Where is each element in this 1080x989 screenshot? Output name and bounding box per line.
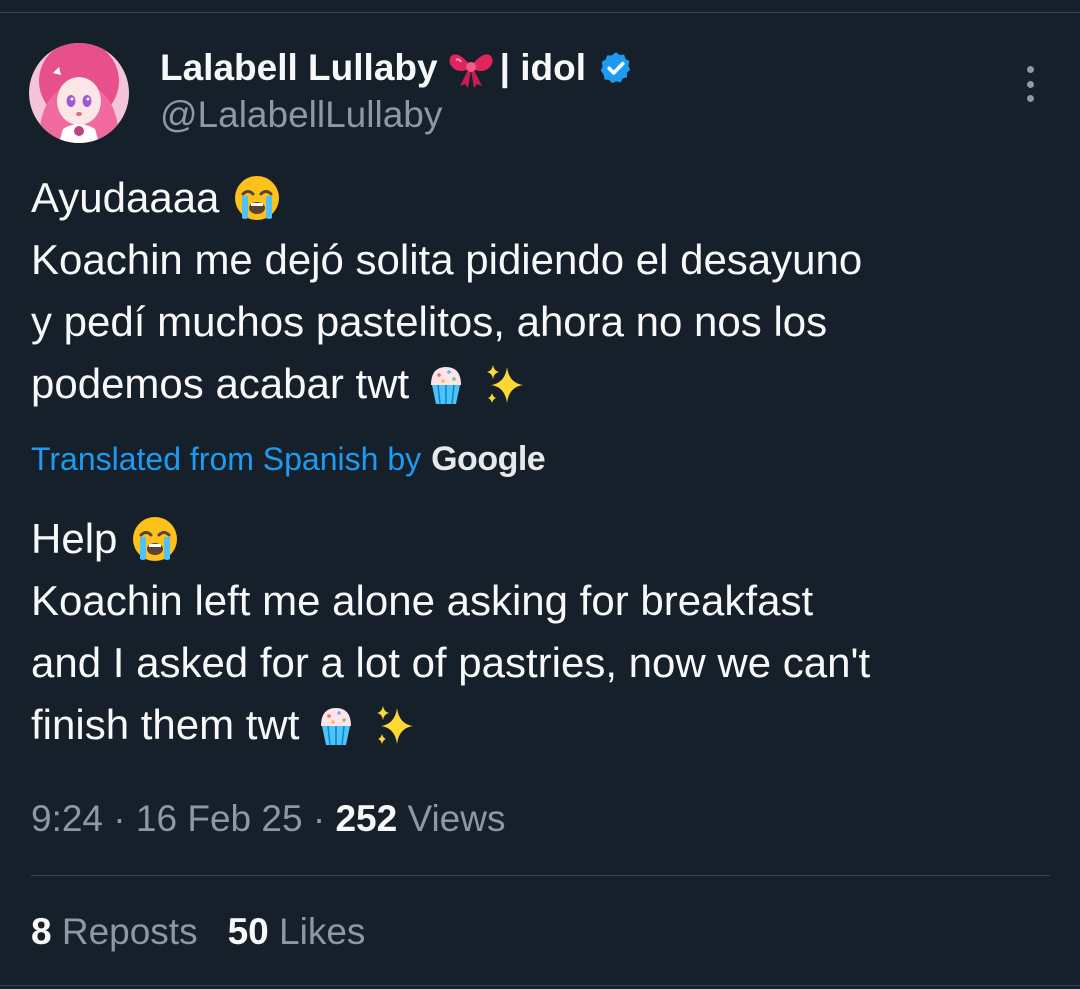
translated-line-4: finish them twt	[31, 701, 300, 748]
original-line-4: podemos acabar twt	[31, 360, 410, 407]
likes-label: Likes	[268, 911, 366, 952]
tweet-date[interactable]: 16 Feb 25	[136, 798, 303, 839]
tweet-metadata: 9:24 · 16 Feb 25 · 252 Views	[31, 798, 505, 840]
translated-line-2: Koachin left me alone asking for breakfa…	[31, 577, 814, 624]
tweet-original-text: Ayudaaaa Koachin me dejó solita pidiendo…	[31, 167, 1041, 415]
meta-separator: ·	[302, 798, 336, 839]
sparkles-emoji-icon	[373, 702, 419, 748]
author-display-name[interactable]: Lalabell Lullaby	[160, 47, 438, 89]
author-handle[interactable]: @LalabellLullaby	[160, 94, 442, 136]
sparkles-emoji-icon	[483, 361, 529, 407]
original-line-3: y pedí muchos pastelitos, ahora no nos l…	[31, 298, 828, 345]
translation-note[interactable]: Translated from Spanish by Google	[31, 440, 546, 479]
original-line-1: Ayudaaaa	[31, 174, 220, 221]
engagement-stats: 8 Reposts 50 Likes	[31, 911, 365, 953]
ribbon-bow-icon	[448, 48, 494, 88]
meta-separator: ·	[103, 798, 136, 839]
tweet-translated-text: Help Koachin left me alone asking for br…	[31, 508, 1041, 756]
translation-note-text[interactable]: Translated from Spanish by	[31, 441, 421, 478]
cupcake-emoji-icon	[313, 702, 359, 748]
avatar[interactable]	[29, 43, 129, 143]
reposts-label: Reposts	[51, 911, 198, 952]
reposts-count: 8	[31, 911, 52, 952]
avatar-image	[29, 43, 129, 143]
likes-link[interactable]: 50 Likes	[228, 911, 366, 952]
reposts-link[interactable]: 8 Reposts	[31, 911, 198, 952]
loudly-crying-face-emoji-icon	[131, 515, 179, 563]
stats-divider	[31, 875, 1050, 876]
author-name-row[interactable]: Lalabell Lullaby | idol	[160, 46, 634, 90]
likes-count: 50	[227, 911, 269, 952]
translated-line-1: Help	[31, 515, 118, 562]
original-line-2: Koachin me dejó solita pidiendo el desay…	[31, 236, 863, 283]
author-name-suffix[interactable]: | idol	[500, 47, 586, 89]
verified-badge-icon[interactable]	[598, 50, 634, 86]
bottom-divider	[0, 985, 1080, 986]
google-logo: Google	[431, 440, 546, 478]
top-divider	[0, 12, 1080, 13]
tweet-time[interactable]: 9:24	[31, 798, 103, 839]
views-count: 252	[335, 798, 398, 839]
translated-line-3: and I asked for a lot of pastries, now w…	[31, 639, 871, 686]
cupcake-emoji-icon	[423, 361, 469, 407]
loudly-crying-face-emoji-icon	[233, 174, 281, 222]
more-options-icon[interactable]	[1012, 64, 1048, 104]
views-label: Views	[397, 798, 506, 839]
